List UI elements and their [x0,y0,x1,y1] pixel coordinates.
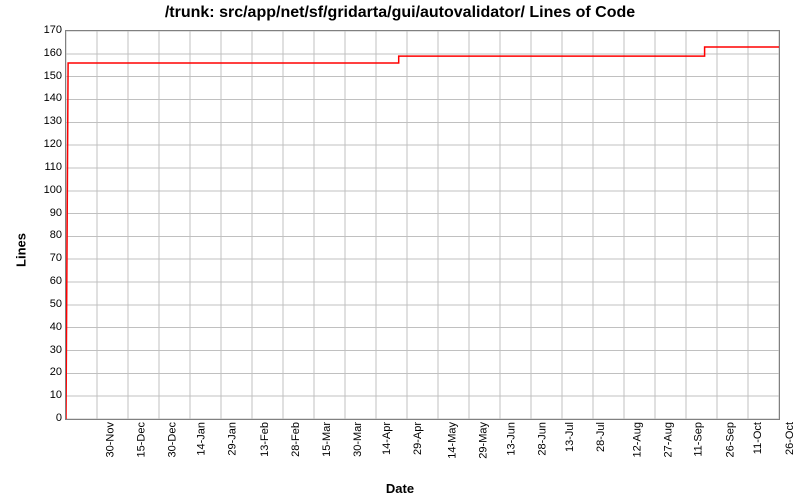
x-tick-label: 13-Jun [506,422,518,456]
chart-title: /trunk: src/app/net/sf/gridarta/gui/auto… [0,4,800,22]
x-tick-label: 28-Jun [537,422,549,456]
plot-svg [66,31,779,419]
x-tick-label: 13-Jul [564,422,576,452]
x-tick-label: 11-Sep [693,422,705,457]
x-tick-label: 15-Dec [135,422,147,457]
x-tick-label: 13-Feb [259,422,271,457]
x-tick-label: 30-Mar [352,422,364,457]
x-tick-label: 28-Jul [595,422,607,452]
x-tick-label: 30-Dec [166,422,178,457]
x-tick-label: 15-Mar [321,422,333,457]
y-tick-label: 40 [32,321,62,333]
x-tick-label: 14-Apr [381,422,393,455]
x-tick-label: 30-Nov [104,422,116,457]
x-tick-label: 29-Apr [412,422,424,455]
x-tick-label: 28-Feb [290,422,302,457]
x-tick-label: 29-Jan [227,422,239,456]
y-tick-label: 80 [32,229,62,241]
x-axis-label: Date [0,481,800,496]
y-tick-label: 150 [32,70,62,82]
plot-area [65,30,780,420]
y-tick-label: 160 [32,47,62,59]
y-tick-label: 60 [32,275,62,287]
x-tick-label: 29-May [478,422,490,459]
y-tick-label: 110 [32,161,62,173]
y-tick-label: 70 [32,252,62,264]
y-tick-label: 140 [32,92,62,104]
x-tick-label: 14-May [447,422,459,459]
y-axis-label: Lines [13,233,28,267]
y-tick-label: 50 [32,298,62,310]
x-tick-label: 27-Aug [662,422,674,457]
y-tick-label: 130 [32,115,62,127]
y-tick-label: 90 [32,207,62,219]
y-tick-label: 170 [32,24,62,36]
x-tick-label: 26-Sep [724,422,736,457]
y-tick-label: 10 [32,389,62,401]
y-tick-label: 100 [32,184,62,196]
x-tick-label: 11-Oct [752,422,764,454]
x-tick-label: 26-Oct [784,422,796,455]
loc-chart: /trunk: src/app/net/sf/gridarta/gui/auto… [0,0,800,500]
x-tick-label: 12-Aug [631,422,643,457]
y-tick-label: 30 [32,344,62,356]
y-tick-label: 20 [32,366,62,378]
y-tick-label: 120 [32,138,62,150]
x-tick-label: 14-Jan [196,422,208,456]
y-tick-label: 0 [32,412,62,424]
